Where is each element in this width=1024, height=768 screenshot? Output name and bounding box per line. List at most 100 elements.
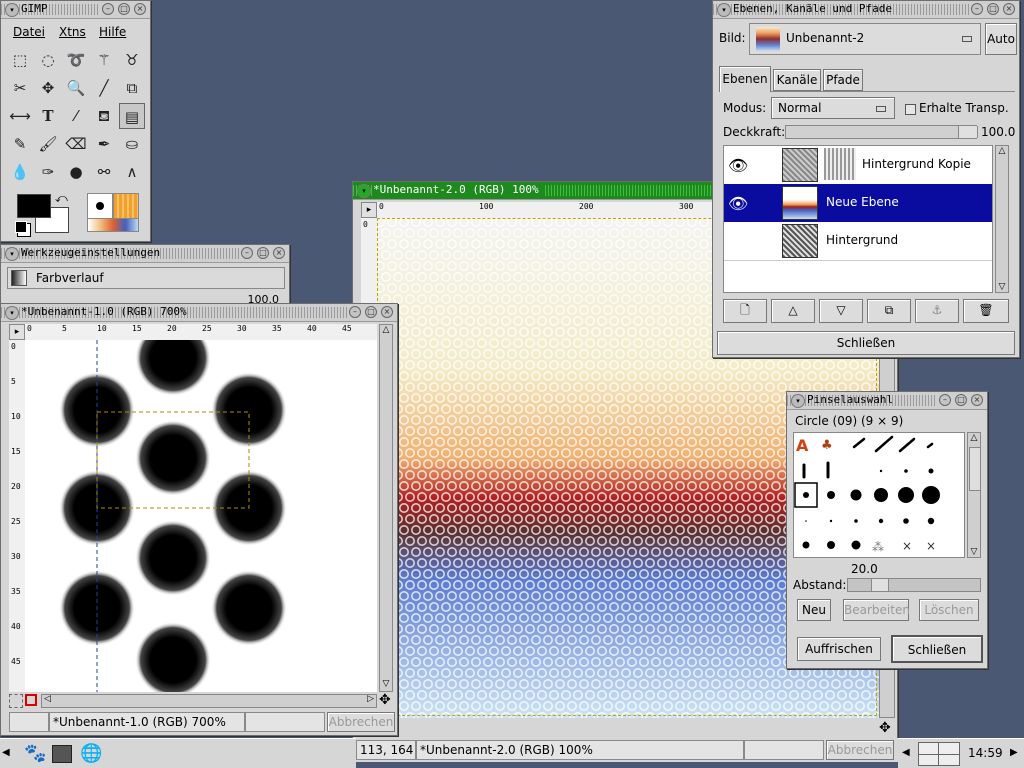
maximize-icon[interactable]: □ (118, 3, 130, 15)
duplicate-layer-button[interactable]: ⧉ (867, 299, 911, 323)
default-colors-icon[interactable] (15, 221, 27, 233)
brush-refresh-button[interactable]: Auffrischen (797, 637, 881, 661)
bezier-icon[interactable]: ♉ (119, 47, 145, 73)
menu-xtns[interactable]: Xtns (59, 25, 86, 39)
brush-scrollbar[interactable]: △ ▽ (967, 432, 981, 558)
layers-scrollbar[interactable]: △ ▽ (995, 145, 1009, 293)
image1-horizontal-ruler[interactable]: 0 5 10 15 20 25 30 35 40 45 (25, 324, 377, 341)
gnome-foot-icon[interactable]: 🐾 (24, 743, 46, 764)
image1-titlebar[interactable]: ▾ *Unbenannt-1.0 (RGB) 700% – □ × (1, 304, 397, 322)
gradient-indicator[interactable] (87, 218, 139, 232)
image1-corner-button[interactable]: ▸ (9, 324, 25, 340)
window-menu-icon[interactable]: ▾ (5, 3, 19, 17)
layer-row-hintergrund[interactable]: Hintergrund (724, 222, 992, 261)
text-icon[interactable]: T (35, 103, 61, 129)
anchor-layer-button[interactable]: ⚓ (915, 299, 959, 323)
tab-pfade[interactable]: Pfade (823, 69, 863, 91)
quickmask-on-icon[interactable] (25, 694, 37, 706)
close-icon[interactable]: × (971, 394, 983, 406)
brush-delete-button[interactable]: Löschen (919, 599, 979, 621)
paintbrush-icon[interactable]: 🖌 (35, 131, 61, 157)
lower-layer-button[interactable]: ▽ (819, 299, 863, 323)
eye-icon[interactable]: 👁 (728, 156, 748, 175)
image-select[interactable]: Unbenannt-2 (749, 23, 981, 55)
minimize-icon[interactable]: – (102, 3, 114, 15)
brush-new-button[interactable]: Neu (797, 599, 831, 621)
tab-kanaele[interactable]: Kanäle (773, 69, 821, 91)
mode-select[interactable]: Normal (771, 97, 895, 119)
keep-trans-checkbox[interactable] (905, 104, 916, 115)
image1-canvas[interactable] (25, 340, 377, 692)
layers-titlebar[interactable]: ▾ Ebenen, Kanäle und Pfade – □ × (713, 1, 1019, 19)
flip-icon[interactable]: ⟷ (7, 103, 33, 129)
maximize-icon[interactable]: □ (365, 306, 377, 318)
image1-navigate-icon[interactable]: ✥ (379, 692, 391, 708)
brushes-titlebar[interactable]: ▾ Pinselauswahl – □ × (787, 392, 987, 410)
image2-corner-button[interactable]: ▸ (361, 202, 377, 218)
lasso-icon[interactable]: ➰ (63, 47, 89, 73)
minimize-icon[interactable]: – (241, 247, 253, 259)
swap-colors-icon[interactable]: ⤺ (55, 191, 68, 206)
zoom-icon[interactable]: 🔍 (63, 75, 89, 101)
menu-datei[interactable]: Datei (13, 25, 45, 39)
smudge-icon[interactable]: 💧 (7, 159, 33, 185)
eye-icon[interactable]: 👁 (728, 194, 748, 213)
fuzzy-select-icon[interactable]: ⚚ (91, 47, 117, 73)
ink-icon[interactable]: ✑ (35, 159, 61, 185)
taskbar-left-arrow-icon[interactable]: ◀ (2, 747, 10, 758)
terminal-icon[interactable] (52, 745, 72, 763)
taskbar-arrow-left-icon[interactable]: ◀ (902, 747, 910, 758)
window-menu-icon[interactable]: ▾ (717, 3, 731, 17)
brush-edit-button[interactable]: Bearbeiten (843, 599, 910, 621)
eraser-icon[interactable]: ⌫ (63, 131, 89, 157)
image1-vertical-ruler[interactable]: 0 5 10 15 20 25 30 35 40 45 (9, 340, 26, 692)
close-icon[interactable]: × (381, 306, 393, 318)
brush-indicator[interactable] (87, 193, 113, 219)
minimize-icon[interactable]: – (939, 394, 951, 406)
image2-navigate-icon[interactable]: ✥ (879, 720, 891, 736)
pattern-indicator[interactable] (113, 193, 139, 219)
clone-icon[interactable]: ⛀ (119, 131, 145, 157)
convolve-icon[interactable]: ● (63, 159, 89, 185)
maximize-icon[interactable]: □ (257, 247, 269, 259)
window-menu-icon[interactable]: ▾ (5, 306, 19, 320)
measure-icon[interactable]: ∧ (119, 159, 145, 185)
raise-layer-button[interactable]: △ (771, 299, 815, 323)
minimize-icon[interactable]: – (349, 306, 361, 318)
tab-ebenen[interactable]: Ebenen (719, 66, 771, 92)
scissors-icon[interactable]: ✂ (7, 75, 33, 101)
close-icon[interactable]: × (1003, 3, 1015, 15)
brush-grid[interactable]: A ♣ ⁂ × × (793, 432, 965, 558)
tool-options-titlebar[interactable]: ▾ Werkzeugeinstellungen – □ × (1, 245, 289, 263)
gradient-icon[interactable]: ▤ (119, 103, 145, 129)
close-icon[interactable]: × (134, 3, 146, 15)
image1-horizontal-scrollbar[interactable]: ◁ ▷ (41, 694, 377, 708)
spacing-slider-thumb[interactable] (871, 579, 889, 591)
delete-layer-button[interactable]: 🗑 (963, 299, 1009, 323)
window-menu-icon[interactable]: ▾ (5, 247, 19, 261)
maximize-icon[interactable]: □ (955, 394, 967, 406)
menu-hilfe[interactable]: Hilfe (99, 25, 126, 39)
image2-cancel-button[interactable]: Abbrechen (826, 740, 894, 760)
pencil-icon[interactable]: ✎ (7, 131, 33, 157)
window-menu-icon[interactable]: ▾ (357, 184, 371, 198)
auto-button[interactable]: Auto (985, 23, 1017, 55)
rect-select-icon[interactable]: ⬚ (7, 47, 33, 73)
maximize-icon[interactable]: □ (987, 3, 999, 15)
brush-close-button[interactable]: Schließen (891, 635, 983, 663)
bucket-icon[interactable]: ⛾ (91, 103, 117, 129)
dodge-icon[interactable]: ⚯ (91, 159, 117, 185)
opacity-slider-thumb[interactable] (958, 126, 978, 138)
browser-icon[interactable]: 🌐 (80, 743, 102, 764)
layer-row-hintergrund-kopie[interactable]: 👁 Hintergrund Kopie (724, 146, 992, 185)
color-picker-icon[interactable]: ⁄ (63, 103, 89, 129)
pager[interactable] (918, 742, 960, 766)
taskbar-arrow-right-icon[interactable]: ▶ (1010, 747, 1018, 758)
new-layer-button[interactable]: 🗋 (723, 299, 767, 323)
image1-cancel-button[interactable]: Abbrechen (327, 712, 395, 732)
ellipse-select-icon[interactable]: ◌ (35, 47, 61, 73)
layer-row-neue-ebene[interactable]: 👁 Neue Ebene (724, 184, 992, 222)
quickmask-off-icon[interactable] (9, 694, 23, 708)
toolbox-titlebar[interactable]: ▾ GIMP – □ × (1, 1, 150, 19)
image1-vertical-scrollbar[interactable]: △ ▽ (379, 324, 393, 692)
